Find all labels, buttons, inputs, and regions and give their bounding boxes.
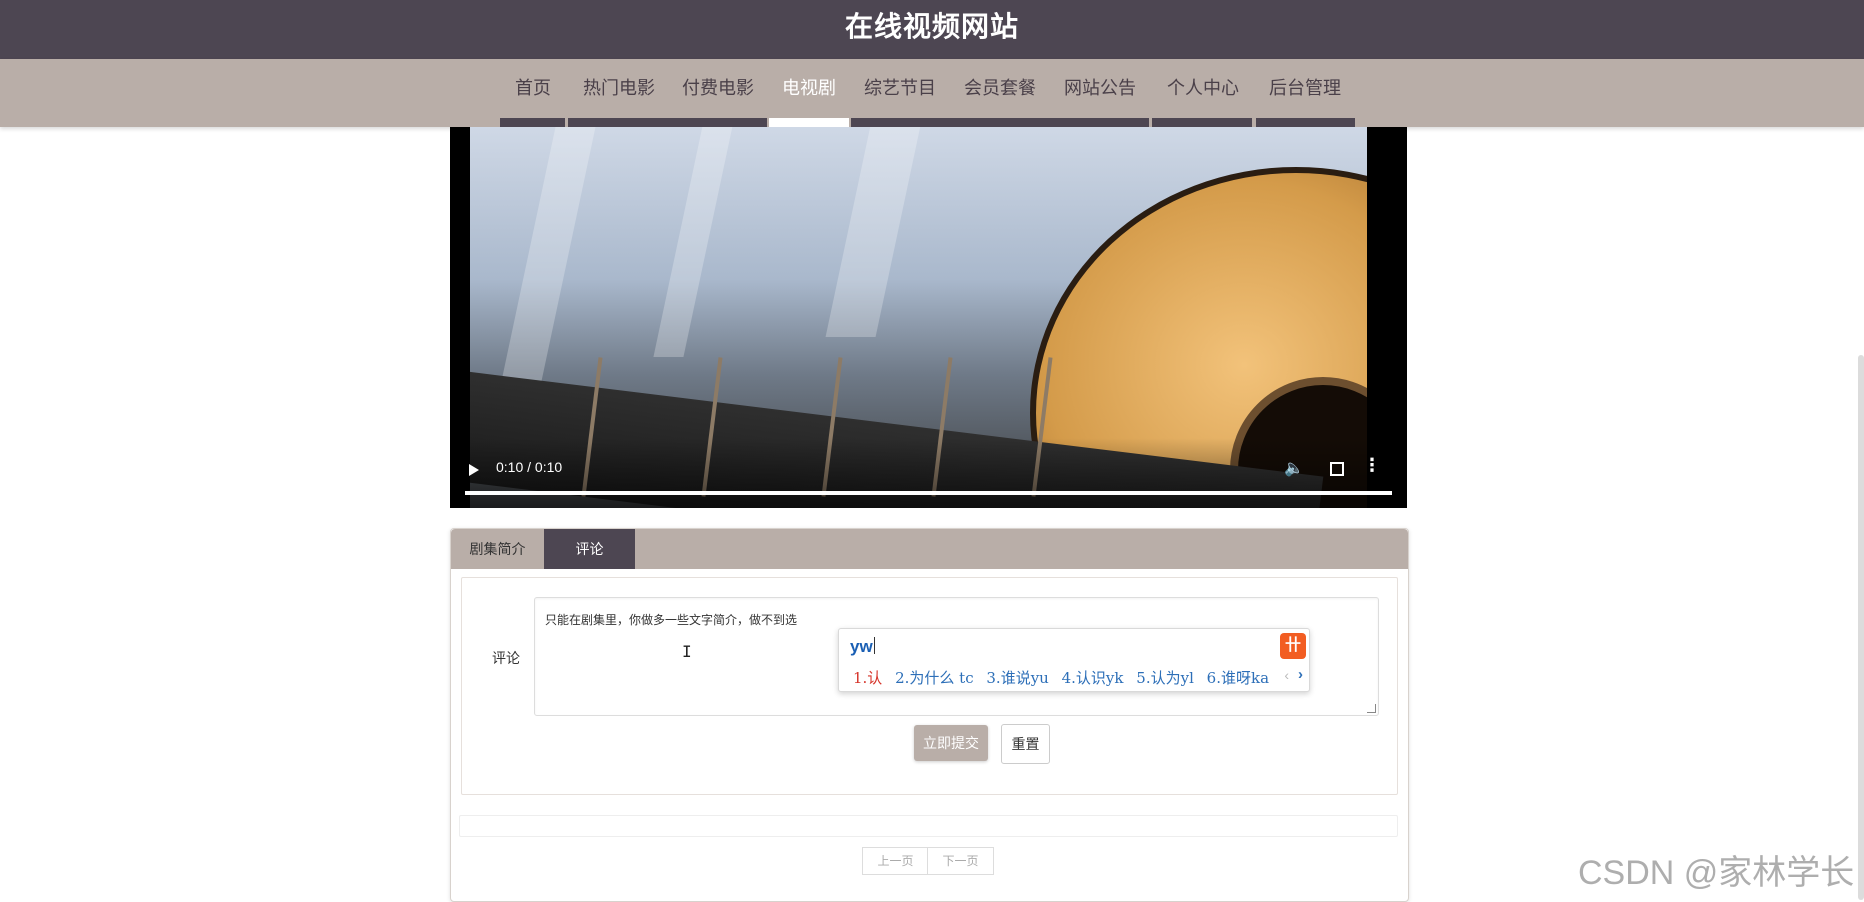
site-title: 在线视频网站 bbox=[844, 11, 1019, 42]
nav-item-hot-movies[interactable]: 热门电影 bbox=[582, 59, 656, 127]
tab-comments[interactable]: 评论 bbox=[544, 529, 635, 569]
nav-indicator bbox=[1152, 118, 1252, 127]
nav-indicator bbox=[851, 118, 1149, 127]
nav-item-profile[interactable]: 个人中心 bbox=[1166, 59, 1240, 127]
watermark: CSDN @家林学长 bbox=[1578, 854, 1855, 892]
nav-indicator bbox=[1256, 118, 1355, 127]
ime-prev-page-icon[interactable]: ‹ bbox=[1284, 667, 1289, 683]
ime-candidate[interactable]: 4.认识yk bbox=[1062, 669, 1124, 687]
nav-item-tv-series[interactable]: 电视剧 bbox=[781, 59, 837, 127]
nav-item-membership[interactable]: 会员套餐 bbox=[963, 59, 1037, 127]
fullscreen-icon[interactable] bbox=[1330, 462, 1344, 476]
ime-candidate[interactable]: 1.认 bbox=[853, 669, 882, 687]
play-icon[interactable] bbox=[469, 464, 479, 476]
i-beam-cursor-icon: I bbox=[682, 642, 692, 661]
detail-tab-bar: 剧集简介 评论 bbox=[451, 529, 1408, 569]
ime-candidate[interactable]: 5.认为yl bbox=[1136, 669, 1194, 687]
video-progress-fill bbox=[465, 491, 1392, 495]
resize-handle-icon[interactable] bbox=[1367, 704, 1376, 713]
shirt-fold bbox=[500, 127, 600, 387]
shirt-fold bbox=[825, 127, 925, 337]
ime-candidate[interactable]: 6.谁呀ka bbox=[1207, 669, 1269, 687]
comment-list bbox=[459, 815, 1398, 837]
ime-composition: yw bbox=[850, 637, 875, 657]
detail-panel: 剧集简介 评论 评论 只能在剧集里，你做多一些文字简介，做不到选 I bbox=[450, 528, 1409, 902]
nav-indicator bbox=[500, 118, 565, 127]
shirt-fold bbox=[653, 127, 737, 357]
prev-page-button[interactable]: 上一页 bbox=[862, 847, 929, 875]
video-controls: 0:10 / 0:10 🔈 ⋮ bbox=[450, 438, 1407, 508]
ime-candidate[interactable]: 2.为什么 tc bbox=[895, 669, 974, 687]
submit-button[interactable]: 立即提交 bbox=[914, 725, 988, 761]
ime-candidate-window: yw 卄 1.认 2.为什么 tc 3.谁说yu 4.认识yk 5.认为yl 6… bbox=[838, 628, 1310, 692]
volume-icon[interactable]: 🔈 bbox=[1284, 458, 1304, 478]
reset-button[interactable]: 重置 bbox=[1001, 724, 1050, 764]
nav-item-home[interactable]: 首页 bbox=[513, 59, 553, 127]
nav-item-variety-shows[interactable]: 综艺节目 bbox=[863, 59, 937, 127]
ime-candidate-list: 1.认 2.为什么 tc 3.谁说yu 4.认识yk 5.认为yl 6.谁呀ka bbox=[853, 667, 1277, 688]
page-scrollbar[interactable] bbox=[1858, 355, 1864, 900]
tab-episode-intro[interactable]: 剧集简介 bbox=[451, 529, 544, 569]
nav-item-announcements[interactable]: 网站公告 bbox=[1063, 59, 1137, 127]
main-nav: 首页 热门电影 付费电影 电视剧 综艺节目 会员套餐 网站公告 个人中心 后台管… bbox=[0, 59, 1864, 127]
nav-item-admin[interactable]: 后台管理 bbox=[1268, 59, 1342, 127]
ime-composition-text: yw bbox=[850, 637, 873, 656]
site-header: 在线视频网站 bbox=[0, 0, 1864, 59]
ime-next-page-icon[interactable]: › bbox=[1298, 666, 1303, 683]
nav-indicator-active bbox=[769, 118, 849, 127]
nav-item-paid-movies[interactable]: 付费电影 bbox=[681, 59, 755, 127]
video-time: 0:10 / 0:10 bbox=[496, 459, 563, 475]
more-options-icon[interactable]: ⋮ bbox=[1363, 456, 1381, 474]
comment-text: 只能在剧集里，你做多一些文字简介，做不到选 bbox=[545, 613, 798, 627]
comment-label: 评论 bbox=[492, 650, 520, 666]
video-progress-bar[interactable] bbox=[465, 491, 1392, 495]
sogou-logo-icon[interactable]: 卄 bbox=[1280, 633, 1306, 659]
nav-indicator bbox=[568, 118, 767, 127]
video-player[interactable]: 0:10 / 0:10 🔈 ⋮ bbox=[450, 127, 1407, 508]
next-page-button[interactable]: 下一页 bbox=[927, 847, 994, 875]
ime-candidate[interactable]: 3.谁说yu bbox=[986, 669, 1048, 687]
ime-caret bbox=[873, 637, 875, 654]
